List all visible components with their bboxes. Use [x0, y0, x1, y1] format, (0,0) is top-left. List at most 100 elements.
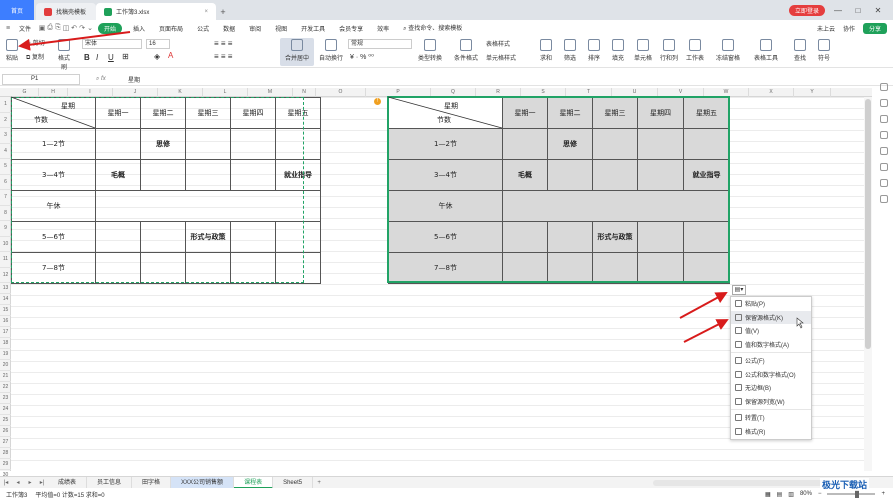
row-header[interactable]: 20 — [0, 360, 11, 371]
day-header[interactable]: 星期三 — [185, 97, 231, 129]
paste-option-formula[interactable]: 公式(F) — [731, 354, 811, 368]
type-convert-button[interactable]: 类型转换 — [414, 39, 446, 62]
symbol-button[interactable]: 符号 — [814, 39, 834, 62]
row-header[interactable]: 15 — [0, 305, 11, 316]
menu-icon[interactable]: ≡ — [4, 25, 12, 32]
course-cell[interactable] — [592, 252, 638, 284]
rowcol-button[interactable]: 行和列 — [658, 39, 680, 62]
row-header[interactable]: 24 — [0, 404, 11, 415]
day-header[interactable]: 星期二 — [547, 97, 593, 129]
side-tool-icon[interactable] — [879, 83, 888, 91]
sheet-tab[interactable]: 员工信息 — [87, 476, 133, 489]
menu-formula[interactable]: 公式 — [190, 24, 216, 33]
course-cell[interactable] — [230, 221, 276, 253]
align-top-icon[interactable]: ≡ ≡ ≡ — [214, 39, 232, 48]
menu-file[interactable]: 文件 — [12, 24, 38, 33]
fill-color-icon[interactable]: ◈ — [154, 52, 160, 61]
row-header[interactable]: 2 — [0, 113, 11, 128]
pasted-schedule-table[interactable]: 星期 节数 星期一 星期二 星期三 星期四 星期五 1—2节 思修 3—4节 毛概… — [388, 97, 730, 284]
fill-button[interactable]: 填充 — [608, 39, 628, 62]
freeze-button[interactable]: 冻结窗格 — [712, 39, 744, 62]
course-cell[interactable] — [683, 221, 730, 253]
course-cell[interactable]: 形式与政策 — [592, 221, 638, 253]
course-cell[interactable] — [140, 159, 186, 191]
column-header[interactable]: R — [476, 88, 521, 97]
last-sheet-icon[interactable]: ▸| — [36, 479, 48, 486]
font-family-select[interactable]: 宋体 — [82, 39, 142, 49]
view-normal-icon[interactable]: ▦ — [765, 491, 771, 498]
preview-icon[interactable]: ◫ — [62, 24, 70, 32]
paste-option-values[interactable]: 值(V) — [731, 324, 811, 338]
day-header[interactable]: 星期三 — [592, 97, 638, 129]
course-cell[interactable]: 就业指导 — [683, 159, 730, 191]
row-header[interactable]: 17 — [0, 327, 11, 338]
course-cell[interactable]: 形式与政策 — [185, 221, 231, 253]
day-header[interactable]: 星期二 — [140, 97, 186, 129]
side-tool-icon[interactable] — [879, 179, 888, 187]
course-cell[interactable] — [547, 252, 593, 284]
name-box[interactable]: P1 — [2, 73, 80, 85]
column-header[interactable]: M — [248, 88, 293, 97]
close-tab-icon[interactable]: × — [204, 9, 208, 15]
period-cell[interactable]: 7—8节 — [388, 252, 503, 284]
column-header[interactable]: X — [749, 88, 794, 97]
row-header[interactable]: 9 — [0, 221, 11, 237]
zoom-level[interactable]: 80% — [800, 491, 812, 497]
period-cell[interactable]: 5—6节 — [11, 221, 96, 253]
day-header[interactable]: 星期五 — [683, 97, 730, 129]
course-cell[interactable] — [592, 159, 638, 191]
day-header[interactable]: 星期四 — [637, 97, 684, 129]
row-header[interactable]: 10 — [0, 237, 11, 252]
row-header[interactable]: 22 — [0, 382, 11, 393]
login-button[interactable]: 立即登录 — [788, 4, 825, 16]
period-cell[interactable]: 午休 — [11, 190, 96, 222]
row-header[interactable]: 8 — [0, 206, 11, 221]
cut-button[interactable]: ✂ 剪切 — [26, 38, 45, 47]
find-button[interactable]: 查找 — [790, 39, 810, 62]
menu-member[interactable]: 会员专享 — [332, 24, 370, 33]
view-break-icon[interactable]: ▥ — [788, 491, 794, 498]
paste-options-button[interactable]: ▤▾ — [732, 285, 746, 295]
period-cell[interactable]: 5—6节 — [388, 221, 503, 253]
course-cell[interactable]: 毛概 — [502, 159, 548, 191]
zoom-slider[interactable] — [827, 490, 876, 498]
course-cell[interactable] — [637, 159, 684, 191]
row-header[interactable]: 23 — [0, 393, 11, 404]
cond-format-button[interactable]: 条件格式 — [450, 39, 482, 62]
home-tab[interactable]: 首页 — [0, 0, 34, 20]
save-icon[interactable]: ▣ — [38, 24, 46, 32]
course-cell[interactable] — [502, 128, 548, 160]
more-icon[interactable]: ⌄ — [86, 24, 94, 32]
row-header[interactable]: 28 — [0, 448, 11, 459]
format-painter-button[interactable]: 格式刷 — [56, 39, 72, 71]
source-schedule-table[interactable]: 星期 节数 星期一 星期二 星期三 星期四 星期五 1—2节 思修 3—4节 毛概… — [11, 97, 321, 284]
side-tool-icon[interactable] — [879, 115, 888, 123]
course-cell[interactable] — [637, 128, 684, 160]
underline-button[interactable]: U — [108, 53, 114, 62]
copy-button[interactable]: ⧉ 复制 — [26, 52, 44, 62]
column-header[interactable]: I — [68, 88, 113, 97]
column-header[interactable]: H — [39, 88, 68, 97]
row-header[interactable]: 18 — [0, 338, 11, 349]
template-tab[interactable]: 找稿壳模板 — [36, 3, 96, 20]
column-header[interactable]: Q — [431, 88, 476, 97]
day-header[interactable]: 星期五 — [275, 97, 321, 129]
paste-option-no-border[interactable]: 无边框(B) — [731, 381, 811, 395]
paste-option-formula-number-format[interactable]: 公式和数字格式(O) — [731, 368, 811, 382]
file-tab[interactable]: 工作簿3.xlsx × — [96, 3, 216, 20]
font-color-icon[interactable]: A — [168, 51, 173, 60]
merge-center-button[interactable]: 合并居中 — [282, 39, 312, 62]
menu-view[interactable]: 视图 — [268, 24, 294, 33]
row-header[interactable]: 6 — [0, 175, 11, 190]
smart-tip-icon[interactable]: ! — [374, 98, 381, 105]
menu-efficiency[interactable]: 效率 — [370, 24, 396, 33]
period-cell[interactable]: 午休 — [388, 190, 503, 222]
course-cell[interactable] — [547, 221, 593, 253]
period-cell[interactable]: 1—2节 — [388, 128, 503, 160]
filter-button[interactable]: 筛选 — [560, 39, 580, 62]
course-cell[interactable] — [185, 159, 231, 191]
next-sheet-icon[interactable]: ▸ — [24, 479, 36, 486]
menu-start[interactable]: 开始 — [98, 22, 123, 34]
share-button[interactable]: 分享 — [862, 22, 887, 34]
paste-option-paste[interactable]: 粘贴(P) — [731, 297, 811, 311]
